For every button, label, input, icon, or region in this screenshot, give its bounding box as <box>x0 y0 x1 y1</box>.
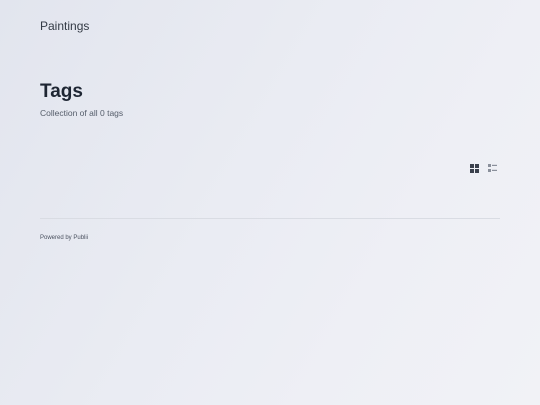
grid-view-button[interactable] <box>470 164 479 173</box>
grid-icon <box>470 164 479 173</box>
footer-powered-by: Powered by Publii <box>40 235 89 241</box>
view-toggle <box>470 164 497 173</box>
site-title-link[interactable]: Paintings <box>40 18 89 34</box>
list-view-button[interactable] <box>488 164 497 173</box>
page-subtitle: Collection of all 0 tags <box>40 108 124 118</box>
footer-divider <box>40 218 500 219</box>
page-title: Tags <box>40 81 83 102</box>
list-icon <box>488 164 497 173</box>
